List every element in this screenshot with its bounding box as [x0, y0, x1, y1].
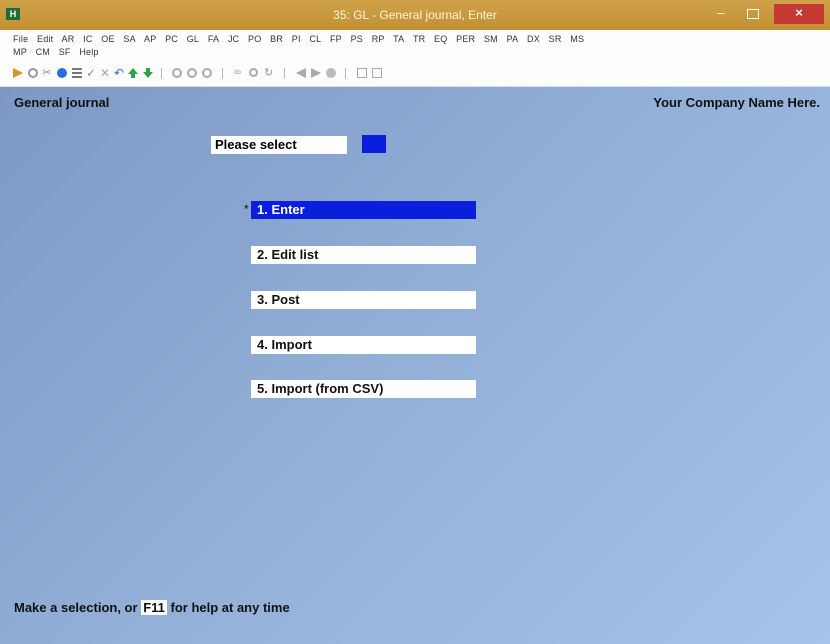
settings-icon[interactable]: [57, 68, 67, 78]
menu-ic[interactable]: IC: [83, 34, 92, 44]
menu-sa[interactable]: SA: [123, 34, 135, 44]
selection-input[interactable]: [362, 135, 386, 153]
menu-ar[interactable]: AR: [62, 34, 75, 44]
menu-cm[interactable]: CM: [36, 47, 50, 57]
menu-ps[interactable]: PS: [351, 34, 363, 44]
menu-oe[interactable]: OE: [101, 34, 114, 44]
preview-icon[interactable]: [372, 68, 382, 78]
menu-cl[interactable]: CL: [309, 34, 321, 44]
menu-sf[interactable]: SF: [59, 47, 71, 57]
company-name: Your Company Name Here.: [653, 95, 820, 110]
toolbar: ✂ ✓ ✕ ↶ ∞ ↻: [0, 62, 830, 87]
menu-pi[interactable]: PI: [292, 34, 301, 44]
menu-ap[interactable]: AP: [144, 34, 156, 44]
menu-pa[interactable]: PA: [507, 34, 519, 44]
menu-br[interactable]: BR: [270, 34, 283, 44]
minimize-button[interactable]: –: [706, 4, 736, 24]
menu-fa[interactable]: FA: [208, 34, 219, 44]
cut-icon[interactable]: ✂: [42, 68, 52, 79]
menu-gl[interactable]: GL: [187, 34, 199, 44]
print-icon[interactable]: [357, 68, 367, 78]
undo-icon[interactable]: ↶: [114, 67, 124, 79]
circle-icon[interactable]: [202, 68, 212, 78]
title-bar: H 35: GL - General journal, Enter – ×: [0, 0, 830, 30]
check-icon[interactable]: ✓: [86, 67, 96, 79]
menu-file[interactable]: File: [13, 34, 28, 44]
menu-eq[interactable]: EQ: [434, 34, 447, 44]
menu-help[interactable]: Help: [79, 47, 98, 57]
help-key[interactable]: F11: [141, 600, 167, 615]
next-icon[interactable]: [311, 68, 321, 78]
circle-icon[interactable]: [172, 68, 182, 78]
down-arrow-icon[interactable]: [143, 68, 153, 78]
menu-edit[interactable]: Edit: [37, 34, 53, 44]
menu-option-edit-list[interactable]: 2. Edit list: [251, 246, 476, 264]
menu-option-import-csv[interactable]: 5. Import (from CSV): [251, 380, 476, 398]
toolbar-separator: [345, 68, 346, 79]
menu-ms[interactable]: MS: [570, 34, 584, 44]
help-hint-text: Make a selection, or: [14, 600, 138, 615]
menu-po[interactable]: PO: [248, 34, 261, 44]
menu-ta[interactable]: TA: [393, 34, 404, 44]
stop-icon[interactable]: [326, 68, 336, 78]
toolbar-separator: [284, 68, 285, 79]
help-hint-text-end: for help at any time: [170, 600, 290, 615]
menu-jc[interactable]: JC: [228, 34, 239, 44]
refresh-icon[interactable]: ↻: [264, 68, 274, 79]
close-button[interactable]: ×: [774, 4, 824, 24]
menu-sm[interactable]: SM: [484, 34, 498, 44]
toolbar-separator: [161, 68, 162, 79]
menu-sr[interactable]: SR: [549, 34, 562, 44]
maximize-button[interactable]: [738, 4, 768, 24]
menu-option-import[interactable]: 4. Import: [251, 336, 476, 354]
menu-fp[interactable]: FP: [330, 34, 342, 44]
cancel-icon[interactable]: ✕: [100, 67, 110, 79]
menu-dx[interactable]: DX: [527, 34, 540, 44]
menu-option-enter[interactable]: 1. Enter: [251, 201, 476, 219]
help-hint: Make a selection, or F11 for help at any…: [14, 600, 290, 615]
current-marker: *: [244, 202, 249, 216]
maximize-icon: [747, 9, 759, 19]
target-icon[interactable]: [28, 68, 38, 78]
screen-title: General journal: [14, 95, 110, 110]
menu-row-1: File Edit AR IC OE SA AP PC GL FA JC PO …: [13, 34, 590, 44]
circle-icon[interactable]: [187, 68, 197, 78]
main-panel: General journal Your Company Name Here. …: [0, 87, 830, 644]
menu-row-2: MP CM SF Help: [13, 47, 105, 57]
binoculars-icon[interactable]: ∞: [234, 68, 244, 78]
menu-per[interactable]: PER: [456, 34, 475, 44]
menu-option-post[interactable]: 3. Post: [251, 291, 476, 309]
up-arrow-icon[interactable]: [128, 68, 138, 78]
prev-icon[interactable]: [296, 68, 306, 78]
menu-mp[interactable]: MP: [13, 47, 27, 57]
menu-pc[interactable]: PC: [165, 34, 178, 44]
menu-bar: File Edit AR IC OE SA AP PC GL FA JC PO …: [0, 30, 830, 62]
select-prompt-label: Please select: [211, 136, 347, 154]
magnifier-icon[interactable]: [249, 68, 258, 77]
application-window: H 35: GL - General journal, Enter – × Fi…: [0, 0, 830, 644]
run-icon[interactable]: [13, 68, 23, 78]
toolbar-separator: [222, 68, 223, 79]
menu-rp[interactable]: RP: [372, 34, 385, 44]
list-icon[interactable]: [72, 68, 82, 78]
menu-tr[interactable]: TR: [413, 34, 425, 44]
